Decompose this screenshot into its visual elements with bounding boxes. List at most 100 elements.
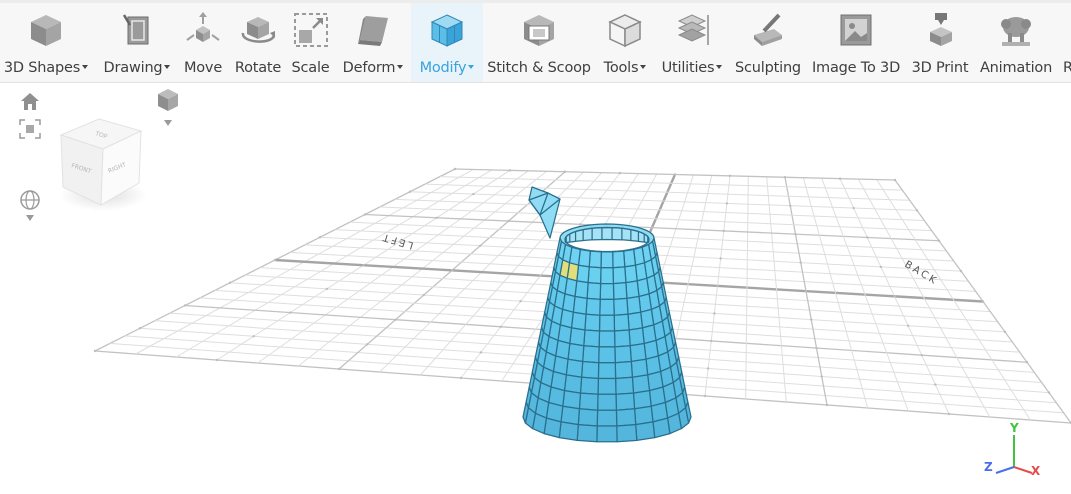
- cone-mesh-object[interactable]: [522, 186, 692, 443]
- toolbar-stitch-scoop-label: Stitch & Scoop: [487, 60, 591, 76]
- grid-dot: [937, 239, 941, 242]
- 3d-viewport[interactable]: LEFT BACK TOP FRONT RIGHT Y X Z: [0, 83, 1071, 494]
- toolbar-scale-label: Scale: [291, 60, 330, 76]
- toolbar-modify-button[interactable]: Modify: [411, 3, 483, 82]
- grid-dot: [728, 174, 732, 178]
- grid-line: [876, 179, 1031, 421]
- image-to-3d-icon: [840, 14, 872, 46]
- mesh-face: [612, 281, 628, 301]
- rotate-icon: [241, 17, 276, 43]
- mesh-face: [652, 417, 671, 439]
- grid-dot: [783, 176, 787, 179]
- grid-dot: [362, 263, 365, 267]
- toolbar-3d-print-button[interactable]: 3D Print: [908, 3, 972, 82]
- sculpting-icon: [754, 13, 782, 46]
- toolbar-move-label: Move: [183, 60, 223, 76]
- toolbar-3d-print-label: 3D Print: [911, 60, 969, 76]
- grid-dot: [866, 236, 869, 239]
- grid-dot: [650, 226, 654, 229]
- view-cube-icon: TOP FRONT RIGHT: [59, 118, 147, 211]
- toolbar-deform-button[interactable]: Deform: [338, 3, 408, 82]
- mesh-face: [543, 417, 562, 439]
- mesh-face: [599, 267, 615, 285]
- fit-view-icon: [19, 119, 41, 139]
- chevron-down-icon[interactable]: [397, 65, 404, 69]
- grid-dot: [183, 304, 187, 307]
- toolbar-rotate-button[interactable]: Rotate: [231, 3, 285, 82]
- grid-dot: [450, 269, 454, 272]
- grid-dot: [519, 299, 522, 303]
- toolbar-modify-label: Modify: [419, 60, 467, 76]
- tools-icon: [608, 14, 642, 48]
- grid-dot: [337, 367, 341, 371]
- projection-button[interactable]: [18, 189, 42, 225]
- mesh-face: [625, 280, 640, 300]
- mesh-face: [613, 297, 629, 316]
- chevron-down-icon[interactable]: [640, 65, 647, 69]
- toolbar-utilities-button[interactable]: Utilities: [658, 3, 726, 82]
- scene-canvas[interactable]: LEFT BACK: [0, 83, 1071, 494]
- mesh-face: [596, 425, 618, 443]
- mesh-face: [584, 313, 601, 332]
- toolbar-move-button[interactable]: Move: [179, 3, 227, 82]
- home-icon: [21, 93, 39, 110]
- view-mode-button[interactable]: [154, 87, 182, 129]
- grid-dot: [810, 318, 813, 321]
- mesh-face: [612, 266, 627, 285]
- grid-dot: [716, 284, 719, 288]
- toolbar-stitch-scoop-button[interactable]: Stitch & Scoop: [486, 3, 592, 82]
- grid-dot: [479, 244, 482, 247]
- grid-dot: [703, 394, 707, 398]
- grid-line: [802, 177, 869, 409]
- toolbar-sculpting-button[interactable]: Sculpting: [732, 3, 804, 82]
- toolbar-sculpting-label: Sculpting: [735, 60, 801, 76]
- mesh-face: [572, 295, 588, 315]
- chevron-down-icon[interactable]: [82, 65, 89, 69]
- fit-view-button[interactable]: [19, 119, 41, 139]
- toolbar-animation-button[interactable]: Animation: [976, 3, 1056, 82]
- toolbar-drawing-button[interactable]: Drawing: [100, 3, 174, 82]
- toolbar-scale-button[interactable]: Scale: [288, 3, 333, 82]
- grid-dot: [422, 293, 425, 297]
- grid-dot: [804, 289, 808, 293]
- grid-dot: [138, 327, 142, 330]
- mesh-face: [630, 358, 649, 378]
- grid-dot: [325, 287, 329, 291]
- grid-dot: [363, 213, 367, 216]
- grid-dot: [838, 177, 842, 180]
- mesh-face: [596, 393, 618, 411]
- chevron-down-icon: [26, 215, 34, 221]
- chevron-down-icon[interactable]: [468, 65, 475, 69]
- toolbar-tools-button[interactable]: Tools: [598, 3, 652, 82]
- view-cube[interactable]: TOP FRONT RIGHT: [57, 113, 147, 213]
- grid-dot: [879, 265, 883, 269]
- mesh-face: [627, 311, 644, 331]
- toolbar-3d-shapes-button[interactable]: 3D Shapes: [0, 3, 92, 82]
- mesh-face: [629, 342, 647, 363]
- grid-dot: [906, 324, 910, 327]
- mesh-face: [626, 295, 642, 315]
- mesh-face: [598, 346, 616, 364]
- mesh-face: [614, 345, 632, 364]
- toolbar-image-to-3d-button[interactable]: Image To 3D: [808, 3, 904, 82]
- utilities-icon: [677, 14, 709, 45]
- cube-icon: [31, 15, 61, 46]
- axis-orientation-gizmo: Y X Z: [984, 421, 1041, 478]
- toolbar-overflow-item[interactable]: R: [1060, 3, 1071, 82]
- grid-dot: [722, 229, 725, 233]
- grid-dot: [408, 190, 412, 193]
- grid-dot: [563, 170, 567, 173]
- mesh-face: [578, 392, 599, 411]
- chevron-down-icon[interactable]: [164, 65, 171, 69]
- grid-dot: [539, 274, 542, 277]
- grid-dot: [725, 202, 729, 205]
- mesh-face: [558, 421, 579, 442]
- chevron-down-icon[interactable]: [716, 65, 723, 69]
- home-view-button[interactable]: [20, 92, 40, 112]
- mesh-face: [597, 362, 617, 380]
- grid-dot: [799, 261, 802, 264]
- toolbar-rotate-label: Rotate: [234, 60, 282, 76]
- grid-dot: [459, 376, 463, 380]
- grid-dot: [893, 178, 897, 182]
- grid-dot: [598, 197, 602, 200]
